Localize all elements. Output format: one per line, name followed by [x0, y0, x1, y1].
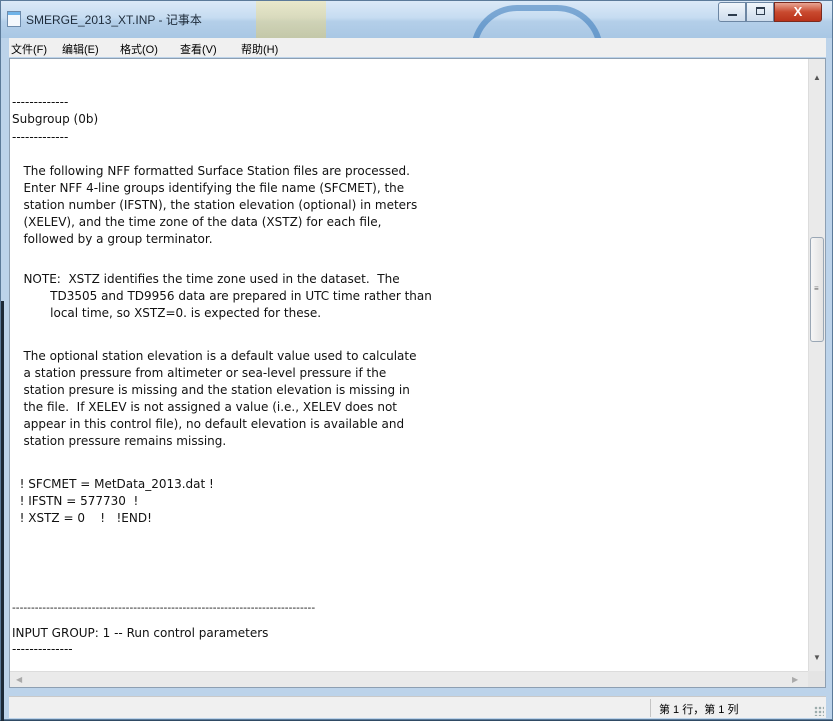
text-editor[interactable]: ------------- Subgroup (0b) ------------…	[9, 58, 826, 688]
background-edge	[1, 301, 4, 721]
menu-edit[interactable]: 编辑(E)	[62, 41, 99, 57]
notepad-icon[interactable]	[7, 11, 21, 27]
text-line: a station pressure from altimeter or sea…	[12, 366, 387, 380]
text-line: (XELEV), and the time zone of the data (…	[12, 215, 382, 229]
menu-view[interactable]: 查看(V)	[180, 41, 217, 57]
grip-icon: ≡	[814, 284, 819, 293]
minimize-button[interactable]	[718, 2, 746, 22]
status-divider	[650, 699, 651, 717]
text-line: appear in this control file), no default…	[12, 417, 405, 431]
text-line: INPUT GROUP: 1 -- Run control parameters	[12, 626, 269, 640]
close-icon: X	[793, 4, 803, 19]
vertical-scrollbar[interactable]: ▲ ≡ ▼	[808, 59, 825, 672]
text-line: ! IFSTN = 577730 !	[12, 494, 139, 508]
text-line: followed by a group terminator.	[12, 232, 213, 246]
cursor-position: 第 1 行，第 1 列	[659, 704, 739, 716]
status-bar: 第 1 行，第 1 列	[9, 696, 826, 718]
text-line: Subgroup (0b)	[12, 112, 99, 126]
window-title: SMERGE_2013_XT.INP - 记事本	[26, 13, 202, 27]
text-line: Enter NFF 4-line groups identifying the …	[12, 181, 405, 195]
text-line: station presure is missing and the stati…	[12, 383, 410, 397]
menu-file[interactable]: 文件(F)	[11, 41, 47, 57]
text-line: local time, so XSTZ=0. is expected for t…	[12, 306, 322, 320]
menu-format[interactable]: 格式(O)	[120, 41, 158, 57]
maximize-icon	[756, 7, 765, 15]
text-line: -------------	[12, 95, 69, 109]
menu-help[interactable]: 帮助(H)	[241, 41, 278, 57]
text-line: --------------	[12, 642, 73, 656]
minimize-icon	[728, 14, 737, 16]
resize-grip-icon[interactable]	[814, 706, 824, 716]
scrollbar-corner	[808, 671, 825, 687]
text-line: station number (IFSTN), the station elev…	[12, 198, 418, 212]
text-line: The following NFF formatted Surface Stat…	[12, 164, 410, 178]
text-line: station pressure remains missing.	[12, 434, 227, 448]
text-line: -------------	[12, 130, 69, 144]
text-area[interactable]: ------------- Subgroup (0b) ------------…	[10, 59, 809, 672]
text-line: NOTE: XSTZ identifies the time zone used…	[12, 272, 400, 286]
scroll-up-icon[interactable]: ▲	[813, 73, 821, 82]
scroll-down-icon[interactable]: ▼	[813, 653, 821, 662]
text-line: ! SFCMET = MetData_2013.dat !	[12, 477, 214, 491]
text-line: ----------------------------------------…	[12, 602, 316, 614]
horizontal-scrollbar[interactable]: ◀ ▶	[10, 671, 809, 687]
text-line: the file. If XELEV is not assigned a val…	[12, 400, 398, 414]
notepad-window: SMERGE_2013_XT.INP - 记事本 X 文件(F) 编辑(E) 格…	[0, 0, 833, 721]
scroll-left-icon[interactable]: ◀	[16, 675, 22, 684]
titlebar-glow	[256, 1, 326, 38]
text-line: The optional station elevation is a defa…	[12, 349, 417, 363]
vertical-scroll-thumb[interactable]: ≡	[810, 237, 824, 342]
close-button[interactable]: X	[774, 2, 822, 22]
scroll-right-icon[interactable]: ▶	[792, 675, 798, 684]
menu-bar: 文件(F) 编辑(E) 格式(O) 查看(V) 帮助(H)	[9, 38, 826, 57]
maximize-button[interactable]	[746, 2, 774, 22]
text-line: TD3505 and TD9956 data are prepared in U…	[12, 289, 432, 303]
text-line: ! XSTZ = 0 ! !END!	[12, 511, 152, 525]
title-bar[interactable]: SMERGE_2013_XT.INP - 记事本 X	[1, 1, 832, 51]
